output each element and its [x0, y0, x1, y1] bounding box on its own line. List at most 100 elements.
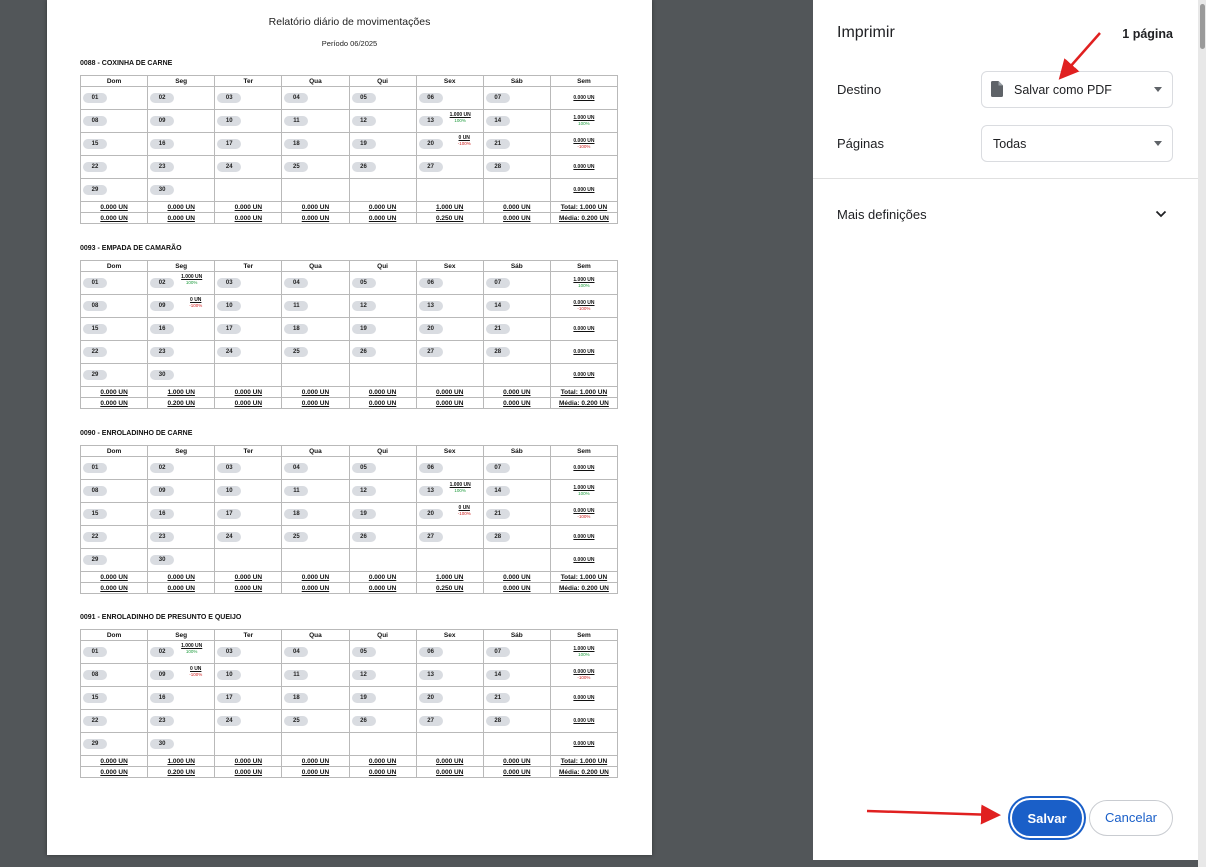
total-cell: 0.000 UN [482, 201, 551, 213]
day-cell: 02 [147, 456, 216, 480]
destination-label: Destino [837, 82, 882, 97]
day-number: 19 [351, 139, 376, 149]
weekday-header: Sex [415, 75, 484, 87]
weekday-header: Sex [415, 445, 484, 457]
total-cell: 0.000 UN [415, 755, 484, 767]
table-header-row: Dom Seg Ter Qua Qui Sex Sáb Sem [79, 629, 619, 641]
day-cell: 27 [415, 525, 484, 549]
day-cell: 10 [214, 109, 283, 133]
week-total-cell: 1.000 UN 100% [549, 479, 619, 503]
day-cell [281, 548, 350, 572]
day-number: 04 [284, 463, 309, 473]
weekday-header: Sáb [482, 75, 551, 87]
day-number: 22 [83, 532, 107, 542]
day-number: 03 [217, 463, 242, 473]
weekday-header: Dom [79, 75, 149, 87]
day-cell: 29 [79, 732, 149, 756]
cancel-button[interactable]: Cancelar [1089, 800, 1173, 836]
day-cell: 27 [415, 155, 484, 179]
day-cell: 15 [79, 686, 149, 710]
day-number: 24 [217, 532, 242, 542]
day-percent: -100% [457, 511, 471, 516]
day-cell: 24 [214, 525, 283, 549]
product-title: 0090 - ENROLADINHO DE CARNE [80, 430, 193, 437]
totals-row: 0.000 UN 1.000 UN 0.000 UN 0.000 UN 0.000 UN… [79, 386, 619, 398]
save-button[interactable]: Salvar [1012, 800, 1082, 836]
scrollbar-track[interactable] [1198, 0, 1206, 867]
day-number: 20 [418, 139, 443, 149]
total-cell: 0.000 UN [79, 755, 149, 767]
weekday-header: Sex [415, 629, 484, 641]
day-number: 16 [150, 139, 175, 149]
total-cell: 0.000 UN [482, 582, 551, 594]
totals-row: 0.000 UN 0.000 UN 0.000 UN 0.000 UN 0.000 UN… [79, 571, 619, 583]
day-number: 17 [217, 693, 242, 703]
day-cell: 07 [482, 456, 551, 480]
day-cell: 29 [79, 363, 149, 387]
table-row: 01 02 1.000 UN 100% 03 04 05 06 07 1.000 UN 100% [79, 271, 619, 295]
total-cell: Média: 0.200 UN [549, 766, 619, 778]
day-cell: 07 [482, 640, 551, 664]
more-settings-toggle[interactable]: Mais definições [837, 207, 927, 222]
week-total-cell: 1.000 UN 100% [549, 109, 619, 133]
day-cell: 12 [348, 294, 417, 318]
pages-select[interactable]: Todas [981, 125, 1173, 162]
weekday-header: Qua [281, 629, 350, 641]
week-quantity: 0.000 UN [573, 95, 595, 101]
day-cell: 09 0 UN -100% [147, 294, 216, 318]
day-number: 10 [217, 116, 242, 126]
day-cell: 21 [482, 317, 551, 341]
total-cell: 0.000 UN [348, 212, 417, 224]
day-cell: 04 [281, 86, 350, 110]
week-total-cell: 0.000 UN [549, 525, 619, 549]
table-row: 08 09 10 11 12 13 1.000 UN 100% 14 1.000 UN 100% [79, 109, 619, 133]
total-cell: 0.000 UN [214, 386, 283, 398]
day-number: 26 [351, 532, 376, 542]
day-number: 13 [418, 486, 443, 496]
day-number: 17 [217, 139, 242, 149]
scrollbar-thumb[interactable] [1200, 4, 1205, 49]
week-total-cell: 0.000 UN [549, 548, 619, 572]
day-number: 21 [485, 509, 510, 519]
panel-bottom-strip [812, 860, 1198, 867]
day-number: 09 [150, 116, 175, 126]
week-quantity: 0.000 UN [573, 534, 595, 540]
chevron-down-icon[interactable] [1154, 207, 1168, 221]
day-number: 30 [150, 185, 175, 195]
week-total-cell: 0.000 UN [549, 709, 619, 733]
day-number: 02 [150, 463, 175, 473]
day-cell: 04 [281, 640, 350, 664]
day-number: 25 [284, 716, 309, 726]
day-cell [348, 363, 417, 387]
table-row: 22 23 24 25 26 27 28 0.000 UN [79, 525, 619, 549]
day-cell [415, 363, 484, 387]
day-cell: 26 [348, 155, 417, 179]
total-cell: 0.000 UN [147, 212, 216, 224]
day-value: 0 UN -100% [189, 297, 202, 309]
table-row: 01 02 03 04 05 06 07 0.000 UN [79, 456, 619, 480]
day-value: 1.000 UN 100% [450, 482, 471, 494]
table-row: 01 02 1.000 UN 100% 03 04 05 06 07 1.000 UN 100% [79, 640, 619, 664]
day-cell: 26 [348, 340, 417, 364]
total-cell: 0.000 UN [79, 212, 149, 224]
totals-row: 0.000 UN 0.200 UN 0.000 UN 0.000 UN 0.000 UN… [79, 766, 619, 778]
day-cell: 01 [79, 271, 149, 295]
day-number: 15 [83, 324, 107, 334]
destination-select[interactable]: Salvar como PDF [981, 71, 1173, 108]
day-number: 04 [284, 647, 309, 657]
total-cell: 0.000 UN [348, 201, 417, 213]
day-number: 12 [351, 301, 376, 311]
week-quantity: 0.000 UN [573, 557, 595, 563]
table-header-row: Dom Seg Ter Qua Qui Sex Sáb Sem [79, 260, 619, 272]
weekday-header: Sem [549, 75, 619, 87]
total-cell: 0.000 UN [79, 201, 149, 213]
total-cell: 0.000 UN [79, 386, 149, 398]
day-number: 11 [284, 670, 309, 680]
day-cell [214, 732, 283, 756]
day-number: 23 [150, 347, 175, 357]
report-title: Relatório diário de movimentações [268, 16, 431, 28]
day-number: 13 [418, 670, 443, 680]
day-number: 12 [351, 486, 376, 496]
day-cell: 25 [281, 525, 350, 549]
day-number: 14 [485, 116, 510, 126]
